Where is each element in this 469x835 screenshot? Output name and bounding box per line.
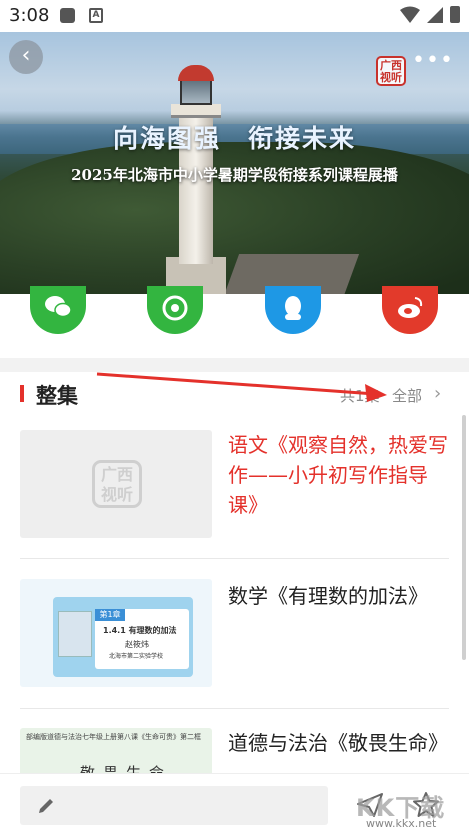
app-page: { "status_bar": { "time": "3:08", "a_ico… <box>0 0 469 835</box>
episode-item[interactable]: 广西 视听 语文《观察自然，热爱写作——小升初写作指导课》 <box>20 430 449 550</box>
share-wechat-button[interactable] <box>30 286 86 334</box>
guangxi-shiting-seal-icon: 广西 视听 <box>376 56 406 86</box>
more-button[interactable]: ••• <box>412 50 453 78</box>
pencil-icon <box>39 799 53 813</box>
chevron-right-icon[interactable]: › <box>434 383 441 404</box>
status-time: 3:08 <box>9 5 50 26</box>
textbook-image <box>58 611 92 657</box>
episode-thumbnail[interactable]: 广西 视听 <box>20 430 212 538</box>
lighthouse-lamp <box>180 77 212 105</box>
list-divider <box>20 708 449 709</box>
episode-title[interactable]: 数学《有理数的加法》 <box>228 581 448 611</box>
episode-item[interactable]: 部编版道德与法治七年级上册第八课《生命可贵》第二框 敬畏生命 道德与法治《敬畏生… <box>20 728 449 774</box>
episode-thumbnail[interactable]: 1.4.1 有理数的加法 赵筱炜 北海市第二实验学校 第1章 <box>20 579 212 687</box>
weibo-icon <box>398 297 423 318</box>
wifi-icon <box>400 6 420 23</box>
share-row <box>0 286 469 358</box>
keyboard-a-icon: A <box>89 8 103 23</box>
moments-icon <box>162 295 188 321</box>
slide-teacher: 赵筱炜 <box>125 640 149 649</box>
lighthouse-gallery <box>171 104 221 118</box>
watermark: KK下载 www.kkx.net <box>356 786 466 832</box>
video-subtitle: 2025年北海市中小学暑期学段衔接系列课程展播 <box>71 166 398 184</box>
slide-chapter-tag: 第1章 <box>95 609 125 621</box>
slide-heading: 1.4.1 有理数的加法 <box>103 626 177 635</box>
battery-icon <box>450 6 460 23</box>
share-moments-button[interactable] <box>147 286 203 334</box>
watermark-url: www.kkx.net <box>366 817 437 830</box>
comment-input[interactable] <box>20 786 328 825</box>
wechat-icon <box>45 296 72 318</box>
section-accent-bar <box>20 385 24 402</box>
scrollbar[interactable] <box>462 415 466 660</box>
slide-school: 北海市第二实验学校 <box>109 653 164 660</box>
back-button[interactable]: ‹ <box>9 40 43 74</box>
episode-thumbnail[interactable]: 部编版道德与法治七年级上册第八课《生命可贵》第二框 敬畏生命 <box>20 728 212 774</box>
chevron-left-icon: ‹ <box>21 43 31 68</box>
guangxi-shiting-logo-icon: 广西 视听 <box>92 460 142 508</box>
more-dots-icon: ••• <box>412 48 454 73</box>
section-title: 整集 <box>36 384 78 408</box>
status-bar: 3:08 A <box>0 0 469 32</box>
view-all-link[interactable]: 全部 <box>392 385 422 406</box>
share-weibo-button[interactable] <box>382 286 438 334</box>
episode-title[interactable]: 语文《观察自然，热爱写作——小升初写作指导课》 <box>228 430 448 520</box>
video-player[interactable]: 向海图强 衔接未来 2025年北海市中小学暑期学段衔接系列课程展播 ‹ 广西 视听… <box>0 32 469 294</box>
lighthouse-dome <box>178 65 214 81</box>
qq-icon <box>285 296 301 320</box>
list-divider <box>20 558 449 559</box>
signal-icon <box>427 7 443 23</box>
share-qq-button[interactable] <box>265 286 321 334</box>
annotation-arrow-icon <box>96 372 387 402</box>
episode-title[interactable]: 道德与法治《敬畏生命》 <box>228 728 448 758</box>
episode-item[interactable]: 1.4.1 有理数的加法 赵筱炜 北海市第二实验学校 第1章 数学《有理数的加法… <box>20 579 449 689</box>
slide-top-text: 部编版道德与法治七年级上册第八课《生命可贵》第二框 <box>26 733 201 741</box>
notification-icon <box>60 8 75 23</box>
video-headline: 向海图强 衔接未来 <box>112 124 356 153</box>
